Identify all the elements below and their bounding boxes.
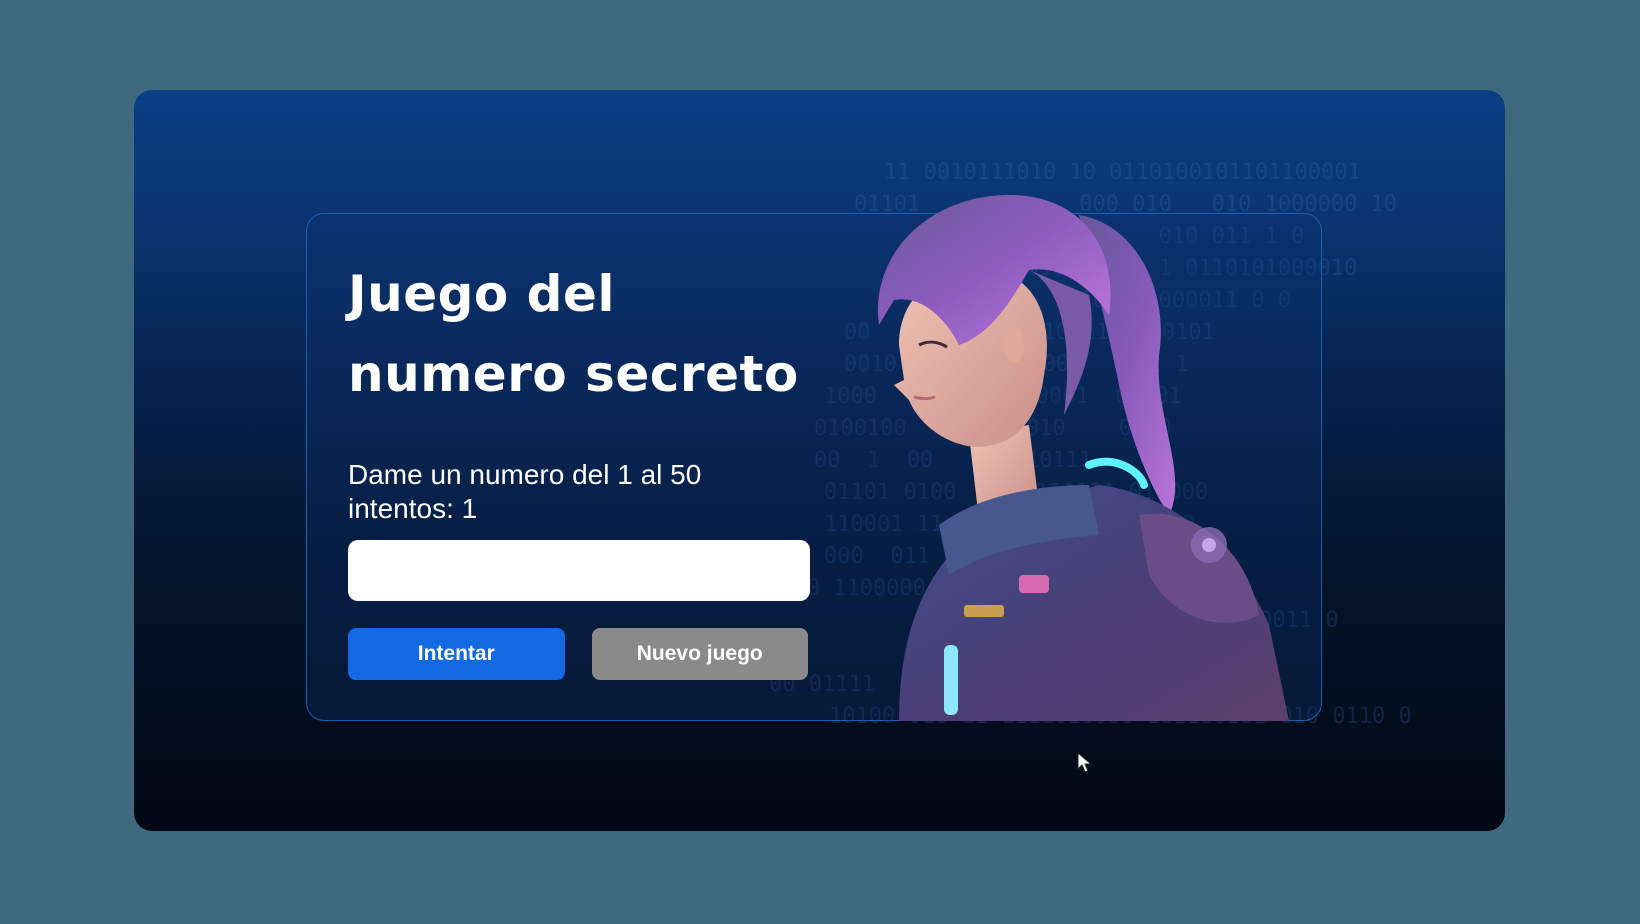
new-game-button[interactable]: Nuevo juego: [591, 628, 808, 680]
attempts-counter: intentos: 1: [348, 493, 478, 524]
game-controls: Juego del numero secreto Dame un numero …: [348, 254, 810, 680]
astronaut-girl-illustration: [877, 195, 1289, 721]
title-line-1: Juego del: [348, 265, 615, 323]
number-input[interactable]: [348, 540, 810, 601]
title-line-2: numero secreto: [348, 345, 799, 403]
instructions: Dame un numero del 1 al 50 intentos: 1: [348, 458, 808, 526]
page-title: Juego del numero secreto: [348, 254, 808, 414]
mouse-pointer-icon: [1077, 752, 1093, 773]
try-button[interactable]: Intentar: [348, 628, 565, 680]
game-window: 11 0010111010 10 0110100101101100001 011…: [134, 90, 1505, 831]
button-row: Intentar Nuevo juego: [348, 628, 808, 680]
prompt-text: Dame un numero del 1 al 50: [348, 459, 702, 490]
